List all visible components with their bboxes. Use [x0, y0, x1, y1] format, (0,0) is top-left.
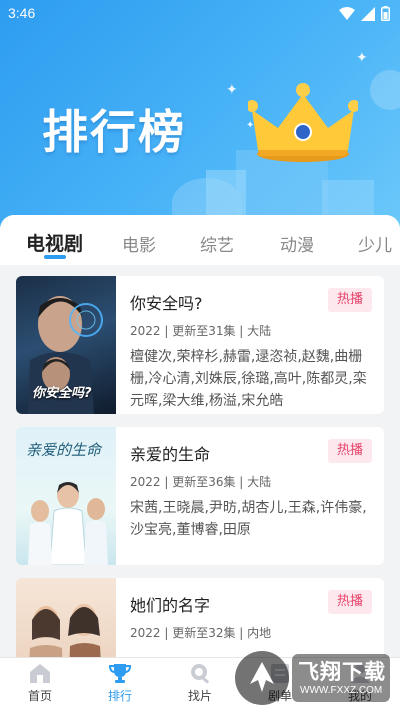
list-item[interactable]: 她们的名字 热播 2022 | 更新至32集 | 内地 [16, 578, 384, 657]
poster-image [16, 578, 116, 657]
tab-variety[interactable]: 综艺 [200, 231, 234, 256]
category-tabs: 电视剧 电影 综艺 动漫 少儿 [0, 215, 400, 265]
poster-title: 亲爱的生命 [26, 441, 102, 459]
poster-image: 亲爱的生命 [16, 427, 116, 565]
battery-icon [381, 6, 390, 21]
show-title[interactable]: 亲爱的生命 [130, 441, 210, 465]
watermark-url: WWW.FXXZ.COM [300, 685, 383, 696]
poster-title: 你安全吗? [32, 386, 92, 401]
tab-anime[interactable]: 动漫 [280, 231, 314, 256]
nav-find[interactable]: 找片 [170, 662, 230, 704]
status-time: 3:46 [8, 5, 36, 21]
trophy-icon [108, 664, 132, 683]
ranking-list: 你安全吗? 你安全吗? 热播 2022 | 更新至31集 | 大陆 檀健次,荣梓… [0, 265, 400, 657]
tab-kids[interactable]: 少儿 [358, 231, 392, 256]
page-title: 排行榜 [42, 105, 186, 159]
sparkle-icon: ✦ [356, 50, 368, 66]
show-meta: 2022 | 更新至32集 | 内地 [130, 626, 272, 640]
poster-image: 你安全吗? [16, 276, 116, 414]
tab-movies[interactable]: 电影 [122, 231, 156, 256]
search-icon [191, 664, 209, 684]
show-cast: 宋茜,王晓晨,尹昉,胡杏儿,王森,许伟豪,沙宝亮,董博睿,田原 [130, 500, 367, 538]
ranking-banner: 3:46 ✦ ✦ ✦ 排行榜 [0, 0, 400, 228]
status-badge: 热播 [328, 590, 372, 614]
status-badge: 热播 [328, 439, 372, 463]
home-icon [30, 664, 50, 683]
show-meta: 2022 | 更新至31集 | 大陆 [130, 324, 272, 338]
watermark-title: 飞翔下载 [298, 660, 386, 684]
nav-ranking[interactable]: 排行 [90, 662, 150, 704]
wifi-icon [339, 6, 355, 20]
show-title[interactable]: 你安全吗? [130, 290, 203, 314]
status-bar: 3:46 [0, 0, 400, 28]
crown-icon [246, 82, 360, 164]
show-cast: 檀健次,荣梓杉,赫雷,逯恣祯,赵魏,曲栅栅,冷心清,刘姝辰,徐璐,高叶,陈都灵,… [130, 349, 367, 409]
nav-ranking-label: 排行 [107, 689, 132, 703]
nav-home[interactable]: 首页 [10, 662, 70, 704]
list-item[interactable]: 你安全吗? 你安全吗? 热播 2022 | 更新至31集 | 大陆 檀健次,荣梓… [16, 276, 384, 414]
signal-icon [361, 6, 375, 21]
sparkle-icon: ✦ [226, 82, 238, 98]
status-badge: 热播 [328, 288, 372, 312]
status-icons [339, 6, 390, 21]
list-item[interactable]: 亲爱的生命 亲爱的生命 热播 2022 | 更新至36集 | 大陆 宋茜,王晓晨… [16, 427, 384, 565]
tab-tv-series[interactable]: 电视剧 [26, 229, 83, 256]
tab-active-indicator [44, 255, 66, 259]
nav-find-label: 找片 [187, 689, 212, 703]
show-title[interactable]: 她们的名字 [130, 592, 210, 616]
site-watermark-logo: 飞翔下载 WWW.FXXZ.COM [232, 648, 392, 708]
nav-home-label: 首页 [27, 689, 52, 703]
decor-block [370, 70, 400, 110]
show-meta: 2022 | 更新至36集 | 大陆 [130, 475, 272, 489]
